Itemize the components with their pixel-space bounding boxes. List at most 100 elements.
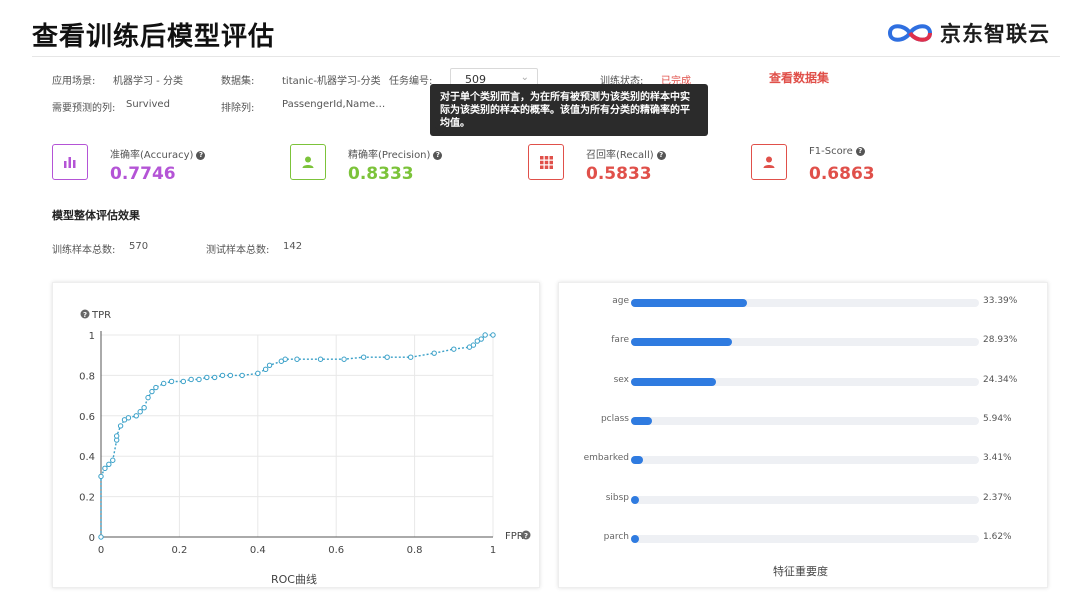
feature-bar-track bbox=[631, 338, 979, 347]
roc-point bbox=[384, 354, 390, 360]
feature-name: pclass bbox=[600, 413, 629, 424]
roc-point bbox=[431, 350, 437, 356]
feature-bar-track bbox=[631, 377, 979, 386]
y-axis-label: TPR bbox=[91, 310, 111, 321]
tooltip-arrow bbox=[435, 127, 447, 134]
roc-curve-line bbox=[100, 334, 493, 537]
dataset-label: 数据集: bbox=[221, 76, 255, 87]
roc-point bbox=[188, 376, 194, 383]
metric-value: 0.5833 bbox=[586, 164, 652, 184]
feature-row: parch 1.62% bbox=[559, 532, 1049, 546]
x-tick-label: 0.8 bbox=[407, 545, 423, 556]
train-count-value: 570 bbox=[129, 241, 149, 252]
roc-point bbox=[407, 354, 414, 360]
roc-point bbox=[482, 332, 488, 338]
roc-point bbox=[204, 374, 210, 381]
feature-bar-track bbox=[631, 495, 979, 504]
feature-bar bbox=[631, 299, 748, 307]
roc-point bbox=[211, 374, 218, 381]
test-count-label: 测试样本总数: bbox=[206, 245, 270, 256]
grid-icon bbox=[528, 144, 564, 180]
feature-row: fare 28.93% bbox=[559, 335, 1049, 349]
roc-point bbox=[168, 378, 175, 385]
feature-percent: 28.93% bbox=[983, 335, 1018, 346]
exclude-columns-value: PassengerId,Name… bbox=[282, 99, 386, 110]
feature-percent: 2.37% bbox=[983, 492, 1012, 503]
roc-point bbox=[102, 465, 108, 472]
page-title: 查看训练后模型评估 bbox=[32, 22, 276, 52]
feature-bar bbox=[631, 456, 643, 465]
view-dataset-link[interactable]: 查看数据集 bbox=[769, 69, 829, 86]
roc-point bbox=[98, 473, 104, 480]
help-icon[interactable]: ? bbox=[196, 151, 206, 160]
predict-column-value: Survived bbox=[126, 99, 170, 110]
help-icon-glyph: ? bbox=[524, 532, 528, 540]
section-title: 模型整体评估效果 bbox=[52, 209, 140, 222]
feature-bar-track bbox=[631, 299, 979, 307]
feature-percent: 33.39% bbox=[983, 296, 1018, 306]
roc-point bbox=[196, 376, 202, 383]
x-tick-label: 0 bbox=[98, 545, 104, 556]
roc-point bbox=[98, 534, 104, 540]
roc-point bbox=[137, 409, 143, 415]
roc-point bbox=[106, 461, 112, 467]
metric-label: 准确率(Accuracy)? bbox=[110, 146, 206, 161]
person-icon bbox=[751, 144, 787, 180]
feature-bar-track bbox=[631, 534, 979, 543]
roc-point bbox=[227, 372, 234, 379]
feature-name: age bbox=[612, 296, 629, 306]
feature-bar bbox=[631, 338, 732, 347]
roc-point bbox=[360, 354, 367, 360]
roc-point bbox=[294, 356, 300, 362]
help-icon[interactable]: ? bbox=[433, 151, 443, 160]
feature-percent: 5.94% bbox=[983, 413, 1012, 424]
train-count-label: 训练样本总数: bbox=[52, 245, 116, 256]
roc-point bbox=[255, 370, 261, 377]
exclude-columns-label: 排除列: bbox=[221, 103, 255, 114]
roc-point bbox=[239, 372, 245, 379]
roc-point bbox=[282, 356, 288, 362]
tooltip-line: 均值。 bbox=[440, 118, 470, 129]
help-icon[interactable]: ? bbox=[855, 147, 865, 156]
roc-point bbox=[141, 405, 147, 411]
roc-point bbox=[153, 384, 159, 391]
roc-point bbox=[219, 372, 226, 379]
brand-logo: 京东智联云 bbox=[886, 18, 1050, 48]
feature-row: age 33.39% bbox=[559, 296, 1049, 310]
metric-value: 0.6863 bbox=[809, 164, 875, 184]
y-tick-label: 0.6 bbox=[79, 412, 95, 423]
brand-mark-icon bbox=[887, 24, 933, 42]
roc-point bbox=[113, 433, 120, 439]
chevron-down-icon: ⌄ bbox=[520, 72, 529, 83]
feature-percent: 1.62% bbox=[983, 531, 1012, 542]
roc-point bbox=[117, 423, 124, 429]
roc-point bbox=[180, 378, 187, 385]
bar-chart-icon bbox=[52, 144, 88, 180]
dataset-value: titanic-机器学习-分类 bbox=[282, 76, 381, 87]
x-axis-label: FPR bbox=[505, 531, 524, 542]
roc-point bbox=[341, 356, 347, 362]
x-tick-label: 0.4 bbox=[250, 545, 266, 556]
feature-row: embarked 3.41% bbox=[559, 453, 1049, 467]
feature-bar-track bbox=[631, 416, 979, 425]
feature-bar bbox=[631, 416, 652, 425]
feature-bar bbox=[631, 534, 639, 543]
metric-label: F1-Score? bbox=[809, 146, 865, 157]
roc-panel: 0 0.2 0.4 0.6 0.8 1 0 0.2 0.4 0.6 0.8 1? TPR FPR? ROC… bbox=[52, 282, 540, 588]
scene-value: 机器学习 - 分类 bbox=[113, 76, 183, 87]
roc-point bbox=[490, 332, 496, 338]
feature-row: sibsp 2.37% bbox=[559, 493, 1049, 507]
feature-name: fare bbox=[611, 335, 629, 346]
y-tick-label: 0.4 bbox=[79, 452, 95, 463]
feature-percent: 3.41% bbox=[983, 453, 1012, 464]
feature-bar-track bbox=[631, 456, 979, 465]
roc-point bbox=[125, 415, 132, 421]
help-icon[interactable]: ? bbox=[656, 151, 666, 160]
y-tick-label: 0.2 bbox=[79, 493, 95, 504]
help-icon-glyph: ? bbox=[83, 311, 87, 319]
brand-name: 京东智联云 bbox=[940, 22, 1050, 46]
metric-value: 0.8333 bbox=[348, 164, 414, 184]
feature-name: sibsp bbox=[605, 492, 629, 503]
roc-point bbox=[317, 356, 324, 362]
roc-point bbox=[451, 346, 457, 352]
